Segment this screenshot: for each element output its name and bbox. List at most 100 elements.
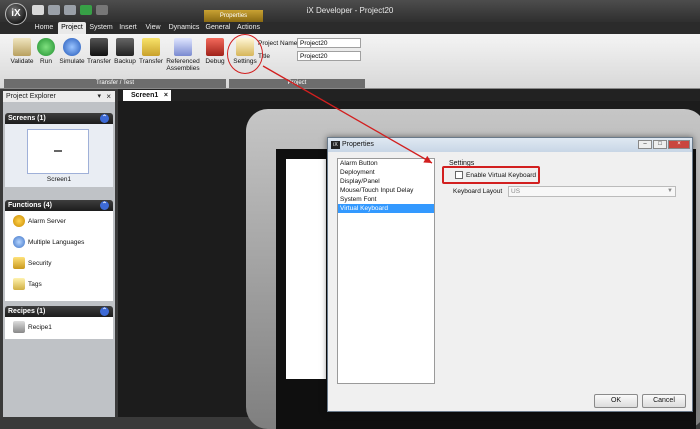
list-item-mouse-touch-input-delay[interactable]: Mouse/Touch Input Delay bbox=[338, 186, 434, 195]
ribbon: Validate Run Simulate Transfer Backup Tr… bbox=[0, 34, 700, 89]
tab-home[interactable]: Home bbox=[32, 22, 56, 34]
minimize-icon[interactable]: – bbox=[638, 140, 652, 149]
simulate-label: Simulate bbox=[59, 58, 85, 65]
project-explorer: Project Explorer ▾ × Screens (1) ⌃ Scree… bbox=[3, 91, 115, 417]
document-tab-bar: Screen1 × bbox=[118, 89, 700, 101]
recipe1-label: Recipe1 bbox=[28, 324, 52, 331]
settings-category-list: Alarm Button Deployment Display/Panel Mo… bbox=[337, 158, 435, 384]
app-logo[interactable]: iX bbox=[5, 3, 27, 25]
tab-system[interactable]: System bbox=[88, 22, 114, 34]
screen1-tab-label: Screen1 bbox=[131, 92, 159, 99]
transfer-text-label: Transfer bbox=[139, 58, 163, 65]
play-icon bbox=[37, 38, 55, 56]
group-transfer-test: Transfer / Test bbox=[4, 79, 226, 88]
transfer-label: Transfer bbox=[87, 58, 111, 65]
run-label: Run bbox=[40, 58, 52, 65]
play-blue-icon bbox=[63, 38, 81, 56]
screen-area[interactable] bbox=[286, 159, 326, 379]
maximize-icon[interactable]: □ bbox=[653, 140, 667, 149]
title-bar: iX iX Developer - Project20 Properties bbox=[0, 0, 700, 25]
recipe-item[interactable]: Recipe1 bbox=[13, 321, 52, 335]
dialog-title: Properties bbox=[342, 141, 374, 148]
keyboard-layout-label: Keyboard Layout bbox=[453, 188, 503, 195]
transfer-text-icon bbox=[142, 38, 160, 56]
clipboard-check-icon bbox=[13, 38, 31, 56]
project-name-label: Project Name bbox=[258, 40, 298, 47]
tab-project[interactable]: Project bbox=[58, 22, 86, 34]
close-tab-icon[interactable]: × bbox=[164, 90, 168, 101]
app-small-icon: iX bbox=[331, 141, 340, 149]
ok-button[interactable]: OK bbox=[594, 394, 638, 408]
list-item-alarm-button[interactable]: Alarm Button bbox=[338, 159, 434, 168]
list-item-display-panel[interactable]: Display/Panel bbox=[338, 177, 434, 186]
validate-label: Validate bbox=[10, 58, 34, 65]
recipes-header-label: Recipes (1) bbox=[8, 308, 46, 315]
simulate-button[interactable]: Simulate bbox=[58, 38, 86, 65]
backup-label: Backup bbox=[114, 58, 136, 65]
screens-section-body: Screen1 bbox=[5, 124, 113, 187]
function-tags[interactable]: Tags bbox=[13, 278, 42, 292]
keyboard-layout-value: US bbox=[511, 188, 521, 195]
backup-icon bbox=[116, 38, 134, 56]
cancel-button[interactable]: Cancel bbox=[642, 394, 686, 408]
multiple-languages-label: Multiple Languages bbox=[28, 239, 85, 246]
project-name-field[interactable] bbox=[297, 38, 361, 48]
tab-insert[interactable]: Insert bbox=[116, 22, 140, 34]
tags-label: Tags bbox=[28, 281, 42, 288]
debug-icon bbox=[206, 38, 224, 56]
list-item-virtual-keyboard[interactable]: Virtual Keyboard bbox=[338, 204, 434, 213]
function-security[interactable]: Security bbox=[13, 257, 51, 271]
security-label: Security bbox=[28, 260, 52, 267]
collapse-icon[interactable]: ⌃ bbox=[100, 201, 109, 210]
recipe-icon bbox=[13, 321, 25, 334]
window-title: iX Developer - Project20 bbox=[306, 6, 394, 15]
transfer-text-button[interactable]: Transfer bbox=[137, 38, 165, 65]
contextual-tab-header: Properties bbox=[204, 10, 263, 22]
close-icon[interactable]: × bbox=[668, 140, 690, 149]
debug-button[interactable]: Debug bbox=[201, 38, 229, 65]
tags-icon bbox=[13, 278, 25, 291]
chevron-down-icon: ▼ bbox=[667, 188, 673, 194]
close-icon[interactable]: × bbox=[106, 91, 111, 102]
list-item-deployment[interactable]: Deployment bbox=[338, 168, 434, 177]
transfer-button[interactable]: Transfer bbox=[85, 38, 113, 65]
recipes-section-header[interactable]: Recipes (1) ⌃ bbox=[5, 306, 113, 317]
backup-button[interactable]: Backup bbox=[111, 38, 139, 65]
referenced-assemblies-button[interactable]: Referenced Assemblies bbox=[165, 38, 201, 72]
padlock-icon bbox=[13, 257, 25, 270]
title-field[interactable] bbox=[297, 51, 361, 61]
functions-header-label: Functions (4) bbox=[8, 202, 52, 209]
run-button[interactable]: Run bbox=[32, 38, 60, 65]
dialog-title-bar[interactable]: iX Properties – □ × bbox=[328, 138, 692, 152]
screen1-label: Screen1 bbox=[46, 176, 72, 183]
tab-screen1[interactable]: Screen1 × bbox=[123, 90, 171, 101]
alarm-bell-icon bbox=[13, 215, 25, 228]
tab-general[interactable]: General bbox=[204, 22, 232, 34]
annotation-circle bbox=[227, 34, 263, 74]
monitor-icon bbox=[90, 38, 108, 56]
screens-section-header[interactable]: Screens (1) ⌃ bbox=[5, 113, 113, 124]
ribbon-tab-bar: Home Project System Insert View Dynamics… bbox=[0, 22, 700, 34]
alarm-server-label: Alarm Server bbox=[28, 218, 66, 225]
annotation-box bbox=[442, 166, 540, 184]
tab-view[interactable]: View bbox=[142, 22, 164, 34]
pin-icon[interactable]: ▾ bbox=[97, 91, 101, 102]
collapse-icon[interactable]: ⌃ bbox=[100, 114, 109, 123]
referenced-assemblies-label: Referenced Assemblies bbox=[166, 58, 200, 72]
functions-section-header[interactable]: Functions (4) ⌃ bbox=[5, 200, 113, 211]
function-multiple-languages[interactable]: Multiple Languages bbox=[13, 236, 84, 250]
functions-section-body: Alarm Server Multiple Languages Security… bbox=[5, 211, 113, 301]
screens-header-label: Screens (1) bbox=[8, 115, 46, 122]
assemblies-icon bbox=[174, 38, 192, 56]
globe-person-icon bbox=[13, 236, 25, 249]
thumbnail-mark bbox=[54, 150, 62, 152]
collapse-icon[interactable]: ⌃ bbox=[100, 307, 109, 316]
list-item-system-font[interactable]: System Font bbox=[338, 195, 434, 204]
group-project: Project bbox=[229, 79, 365, 88]
project-explorer-header: Project Explorer ▾ × bbox=[3, 91, 115, 102]
tab-dynamics[interactable]: Dynamics bbox=[166, 22, 202, 34]
screen1-thumbnail[interactable] bbox=[27, 129, 89, 174]
function-alarm-server[interactable]: Alarm Server bbox=[13, 215, 66, 229]
keyboard-layout-select[interactable]: US ▼ bbox=[508, 186, 676, 197]
tab-actions[interactable]: Actions bbox=[234, 22, 263, 34]
